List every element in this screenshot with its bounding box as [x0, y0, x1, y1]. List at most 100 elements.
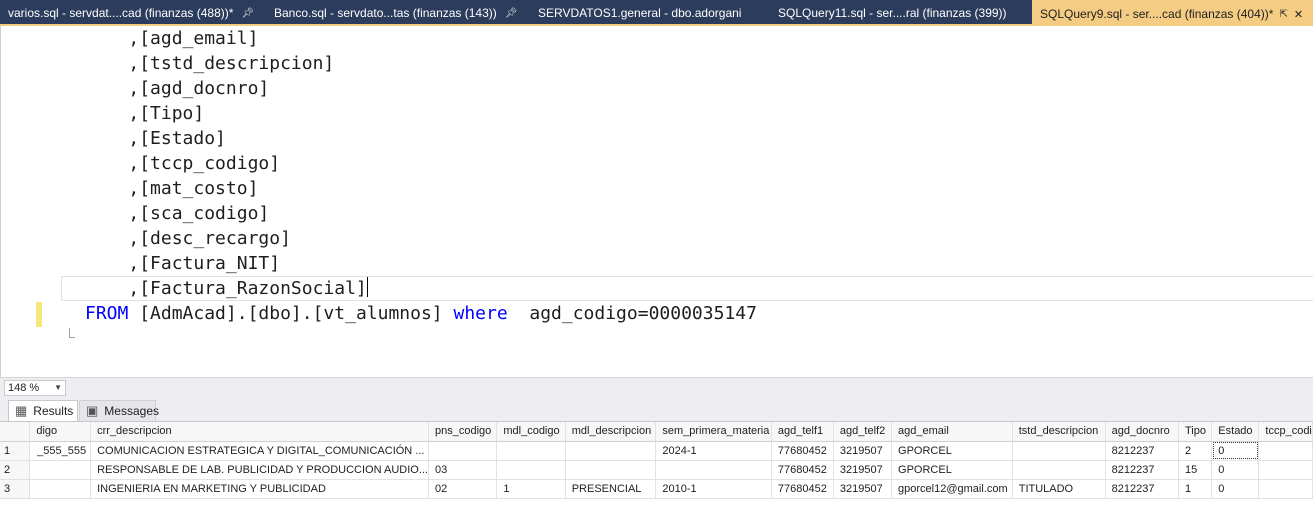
grid-cell[interactable]: 2024-1 [655, 441, 772, 461]
tab-sqlquery11[interactable]: SQLQuery11.sql - ser....ral (finanzas (3… [770, 0, 1028, 26]
tab-varios-sql[interactable]: varios.sql - servdat....cad (finanzas (4… [0, 0, 262, 26]
grid-cell[interactable]: 0 [1211, 460, 1260, 480]
sql-condition: agd_codigo=0000035147 [529, 303, 757, 324]
grid-cell[interactable] [1258, 479, 1313, 499]
grid-cell[interactable]: 3219507 [833, 479, 893, 499]
pin-icon[interactable]: 📌︎ [241, 8, 254, 19]
grid-cell[interactable] [1258, 460, 1313, 480]
query-editor[interactable]: ,[agd_email] ,[tstd_descripcion] ,[agd_d… [0, 26, 1313, 377]
column-header[interactable]: Estado [1211, 422, 1260, 442]
row-number[interactable]: 3 [0, 479, 31, 499]
grid-cell[interactable]: 03 [428, 460, 498, 480]
tab-servdatos1-general[interactable]: SERVDATOS1.general - dbo.adorgani [530, 0, 768, 26]
grid-cell[interactable]: TITULADO [1012, 479, 1106, 499]
grid-cell[interactable]: 3219507 [833, 460, 893, 480]
change-marker [36, 302, 42, 327]
grid-cell[interactable]: 3219507 [833, 441, 893, 461]
grid-cell[interactable]: 2010-1 [655, 479, 772, 499]
grid-cell[interactable]: 2 [1178, 441, 1213, 461]
grid-cell[interactable] [29, 479, 92, 499]
column-header[interactable]: digo [29, 422, 92, 442]
table-row[interactable]: 2 RESPONSABLE DE LAB. PUBLICIDAD Y PRODU… [0, 460, 1313, 480]
column-header[interactable]: mdl_descripcion [565, 422, 657, 442]
zoom-value: 148 % [8, 382, 40, 394]
tab-label: Banco.sql - servdato...tas (finanzas (14… [274, 6, 497, 20]
sql-keyword-where: where [453, 303, 508, 324]
grid-cell[interactable]: INGENIERIA EN MARKETING Y PUBLICIDAD [90, 479, 429, 499]
grid-cell[interactable]: 77680452 [771, 460, 834, 480]
pin-icon[interactable]: 📌︎ [505, 8, 518, 19]
grid-cell[interactable]: COMUNICACION ESTRATEGICA Y DIGITAL_COMUN… [90, 441, 429, 461]
column-header[interactable]: crr_descripcion [90, 422, 429, 442]
column-header[interactable]: tccp_codi [1258, 422, 1313, 442]
zoom-dropdown[interactable]: 148 % ▼ [4, 380, 66, 396]
grid-cell[interactable]: 1 [1178, 479, 1213, 499]
table-row[interactable]: 3 INGENIERIA EN MARKETING Y PUBLICIDAD 0… [0, 479, 1313, 499]
code-line-from: FROM [AdmAcad].[dbo].[vt_alumnos] where … [85, 301, 757, 326]
pin-icon[interactable]: ⇱ [1279, 9, 1287, 20]
grid-cell[interactable] [565, 441, 657, 461]
grid-cell[interactable]: 8212237 [1105, 441, 1180, 461]
grid-cell[interactable]: GPORCEL [891, 441, 1013, 461]
grid-cell[interactable]: 77680452 [771, 441, 834, 461]
grid-cell[interactable]: 0 [1211, 479, 1260, 499]
grid-cell[interactable]: 555_555_ [29, 441, 92, 461]
grid-cell[interactable]: 8212237 [1105, 479, 1180, 499]
column-header[interactable]: agd_telf2 [833, 422, 893, 442]
grid-cell[interactable] [496, 460, 566, 480]
code-line: ,[Estado] [128, 128, 226, 149]
column-header[interactable]: agd_docnro [1105, 422, 1180, 442]
grid-cell-selected[interactable]: 0 [1211, 441, 1260, 461]
tab-label: SQLQuery11.sql - ser....ral (finanzas (3… [778, 6, 1007, 20]
column-header[interactable]: mdl_codigo [496, 422, 566, 442]
close-icon[interactable]: ✕ [1294, 8, 1303, 21]
grid-cell[interactable] [1012, 460, 1106, 480]
code-line: ,[tstd_descripcion] [128, 53, 335, 74]
grid-cell[interactable] [655, 460, 772, 480]
code-line: ,[tccp_codigo] [128, 153, 281, 174]
grid-cell[interactable] [428, 441, 498, 461]
grid-cell[interactable] [1258, 441, 1313, 461]
code-line: ,[agd_email] [128, 28, 259, 49]
code-line: ,[Factura_NIT] [128, 253, 281, 274]
results-grid[interactable]: digo crr_descripcion pns_codigo mdl_codi… [0, 421, 1313, 516]
grid-cell[interactable]: PRESENCIAL [565, 479, 657, 499]
outline-fold-tick [69, 337, 75, 338]
row-number[interactable]: 2 [0, 460, 31, 480]
grid-cell[interactable] [1012, 441, 1106, 461]
grid-icon: ▦ [15, 403, 28, 418]
grid-cell[interactable]: GPORCEL [891, 460, 1013, 480]
grid-cell[interactable] [565, 460, 657, 480]
grid-cell[interactable]: 02 [428, 479, 498, 499]
grid-cell[interactable]: 8212237 [1105, 460, 1180, 480]
column-header[interactable]: agd_email [891, 422, 1013, 442]
code-line: ,[mat_costo] [128, 178, 259, 199]
grid-corner[interactable] [0, 422, 31, 442]
grid-cell[interactable]: 77680452 [771, 479, 834, 499]
messages-icon: ▣ [86, 403, 99, 418]
code-line: ,[Tipo] [128, 103, 205, 124]
sql-table-name: [AdmAcad].[dbo].[vt_alumnos] [139, 303, 443, 324]
tab-banco-sql[interactable]: Banco.sql - servdato...tas (finanzas (14… [266, 0, 518, 26]
row-number[interactable]: 1 [0, 441, 31, 461]
table-row[interactable]: 1 555_555_ COMUNICACION ESTRATEGICA Y DI… [0, 441, 1313, 461]
grid-cell[interactable] [496, 441, 566, 461]
column-header[interactable]: pns_codigo [428, 422, 498, 442]
grid-cell[interactable]: 1 [496, 479, 566, 499]
grid-cell[interactable] [29, 460, 92, 480]
column-header[interactable]: sem_primera_materia [655, 422, 772, 442]
tab-results[interactable]: ▦ Results [8, 400, 78, 421]
column-header[interactable]: tstd_descripcion [1012, 422, 1106, 442]
grid-header-row: digo crr_descripcion pns_codigo mdl_codi… [0, 422, 1313, 442]
tab-messages[interactable]: ▣ Messages [79, 400, 159, 421]
column-header[interactable]: Tipo [1178, 422, 1213, 442]
tab-sqlquery9-active[interactable]: SQLQuery9.sql - ser....cad (finanzas (40… [1032, 0, 1313, 26]
chevron-down-icon[interactable]: ▼ [54, 381, 62, 395]
code-line: ,[sca_codigo] [128, 203, 270, 224]
grid-cell[interactable]: 15 [1178, 460, 1213, 480]
results-tab-strip: ▦ Results ▣ Messages [0, 397, 1313, 421]
grid-cell[interactable]: RESPONSABLE DE LAB. PUBLICIDAD Y PRODUCC… [90, 460, 429, 480]
column-header[interactable]: agd_telf1 [771, 422, 834, 442]
grid-cell[interactable]: gporcel12@gmail.com [891, 479, 1013, 499]
code-line: ,[agd_docnro] [128, 78, 270, 99]
